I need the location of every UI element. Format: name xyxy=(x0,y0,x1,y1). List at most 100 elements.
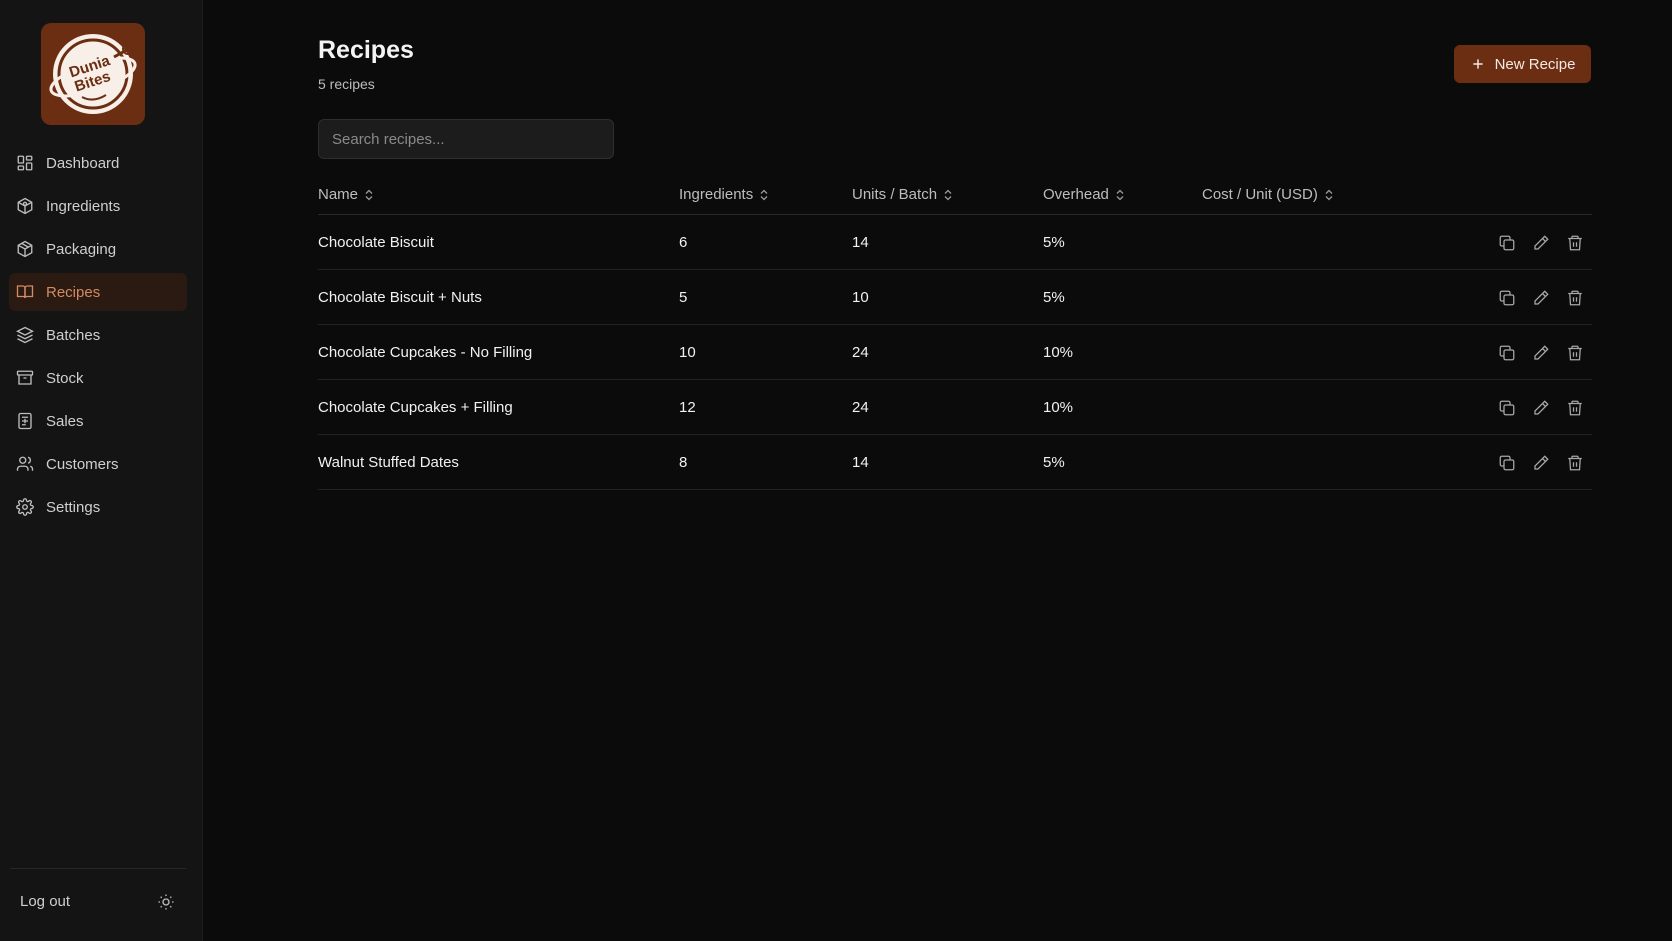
sidebar-nav: Dashboard Ingredients Packaging Recipes … xyxy=(9,144,187,531)
table-row[interactable]: Chocolate Cupcakes + Filling 12 24 10% xyxy=(318,380,1592,435)
edit-icon[interactable] xyxy=(1532,399,1550,417)
row-actions xyxy=(1498,215,1584,270)
column-label: Cost / Unit (USD) xyxy=(1202,186,1318,203)
row-actions xyxy=(1498,270,1584,325)
column-header-overhead[interactable]: Overhead xyxy=(1043,174,1125,215)
sidebar-item-label: Settings xyxy=(46,498,101,516)
units-per-batch: 24 xyxy=(852,344,869,361)
overhead: 5% xyxy=(1043,234,1065,251)
sidebar-divider xyxy=(10,868,186,869)
recipe-name: Chocolate Cupcakes - No Filling xyxy=(318,344,533,361)
ingredient-count: 10 xyxy=(679,344,696,361)
recipe-name: Chocolate Biscuit xyxy=(318,234,434,251)
column-label: Units / Batch xyxy=(852,186,938,203)
new-recipe-label: New Recipe xyxy=(1494,55,1576,73)
trash-icon[interactable] xyxy=(1566,399,1584,417)
column-header-name[interactable]: Name xyxy=(318,174,374,215)
sun-icon xyxy=(158,894,174,910)
sort-icon xyxy=(1325,189,1333,200)
units-per-batch: 24 xyxy=(852,399,869,416)
archive-icon xyxy=(16,369,34,387)
recipe-name: Walnut Stuffed Dates xyxy=(318,454,459,471)
box-icon xyxy=(16,240,34,258)
sidebar-item-recipes[interactable]: Recipes xyxy=(9,273,187,311)
page-title: Recipes xyxy=(318,36,414,64)
table-row[interactable]: Chocolate Biscuit + Nuts 5 10 5% xyxy=(318,270,1592,325)
copy-icon[interactable] xyxy=(1498,289,1516,307)
search-input[interactable] xyxy=(318,119,614,159)
copy-icon[interactable] xyxy=(1498,399,1516,417)
column-header-ingredients[interactable]: Ingredients xyxy=(679,174,769,215)
ingredient-count: 8 xyxy=(679,454,688,471)
sidebar-item-label: Customers xyxy=(46,455,119,473)
sidebar-item-dashboard[interactable]: Dashboard xyxy=(9,144,187,182)
recipes-table: Name Ingredients Units / Batch Overhead … xyxy=(318,174,1592,490)
recipe-name: Chocolate Biscuit + Nuts xyxy=(318,289,482,306)
units-per-batch: 14 xyxy=(852,454,869,471)
trash-icon[interactable] xyxy=(1566,234,1584,252)
trash-icon[interactable] xyxy=(1566,289,1584,307)
users-icon xyxy=(16,455,34,473)
overhead: 5% xyxy=(1043,289,1065,306)
overhead: 10% xyxy=(1043,399,1074,416)
sidebar-item-label: Stock xyxy=(46,369,84,387)
row-actions xyxy=(1498,325,1584,380)
dashboard-icon xyxy=(16,154,34,172)
recipe-name: Chocolate Cupcakes + Filling xyxy=(318,399,513,416)
edit-icon[interactable] xyxy=(1532,454,1550,472)
theme-toggle[interactable] xyxy=(157,893,175,911)
trash-icon[interactable] xyxy=(1566,344,1584,362)
trash-icon[interactable] xyxy=(1566,454,1584,472)
new-recipe-button[interactable]: New Recipe xyxy=(1454,45,1591,83)
overhead: 10% xyxy=(1043,344,1074,361)
column-label: Name xyxy=(318,186,359,203)
receipt-icon xyxy=(16,412,34,430)
ingredient-count: 5 xyxy=(679,289,688,306)
sidebar-item-sales[interactable]: Sales xyxy=(9,402,187,440)
book-icon xyxy=(16,283,34,301)
recipe-count: 5 recipes xyxy=(318,76,375,92)
edit-icon[interactable] xyxy=(1532,234,1550,252)
table-row[interactable]: Chocolate Cupcakes - No Filling 10 24 10… xyxy=(318,325,1592,380)
sort-icon xyxy=(944,189,952,200)
sort-icon xyxy=(365,189,373,200)
sidebar-item-stock[interactable]: Stock xyxy=(9,359,187,397)
table-row[interactable]: Chocolate Biscuit 6 14 5% xyxy=(318,215,1592,270)
edit-icon[interactable] xyxy=(1532,289,1550,307)
column-header-units-per-batch[interactable]: Units / Batch xyxy=(852,174,953,215)
sidebar-item-label: Sales xyxy=(46,412,84,430)
brand-logo-mark: Dunia Bites xyxy=(49,34,137,114)
sidebar-item-label: Dashboard xyxy=(46,154,120,172)
ingredient-count: 6 xyxy=(679,234,688,251)
sidebar: Dunia Bites Dashboard Ingredients Packag… xyxy=(0,0,203,941)
logout-button[interactable]: Log out xyxy=(20,893,70,910)
column-label: Overhead xyxy=(1043,186,1109,203)
copy-icon[interactable] xyxy=(1498,344,1516,362)
brand-logo[interactable]: Dunia Bites xyxy=(41,23,145,125)
units-per-batch: 14 xyxy=(852,234,869,251)
edit-icon[interactable] xyxy=(1532,344,1550,362)
copy-icon[interactable] xyxy=(1498,234,1516,252)
column-label: Ingredients xyxy=(679,186,754,203)
units-per-batch: 10 xyxy=(852,289,869,306)
gear-icon xyxy=(16,498,34,516)
sidebar-item-packaging[interactable]: Packaging xyxy=(9,230,187,268)
row-actions xyxy=(1498,435,1584,490)
table-row[interactable]: Walnut Stuffed Dates 8 14 5% xyxy=(318,435,1592,490)
sidebar-item-label: Recipes xyxy=(46,283,101,301)
sort-icon xyxy=(760,189,768,200)
sidebar-item-label: Ingredients xyxy=(46,197,121,215)
ingredients-icon xyxy=(16,197,34,215)
sidebar-item-ingredients[interactable]: Ingredients xyxy=(9,187,187,225)
sidebar-item-batches[interactable]: Batches xyxy=(9,316,187,354)
sidebar-item-label: Packaging xyxy=(46,240,117,258)
copy-icon[interactable] xyxy=(1498,454,1516,472)
column-header-cost-per-unit[interactable]: Cost / Unit (USD) xyxy=(1202,174,1334,215)
overhead: 5% xyxy=(1043,454,1065,471)
plus-icon xyxy=(1470,56,1486,72)
ingredient-count: 12 xyxy=(679,399,696,416)
row-actions xyxy=(1498,380,1584,435)
sidebar-item-customers[interactable]: Customers xyxy=(9,445,187,483)
sidebar-item-settings[interactable]: Settings xyxy=(9,488,187,526)
sort-icon xyxy=(1116,189,1124,200)
